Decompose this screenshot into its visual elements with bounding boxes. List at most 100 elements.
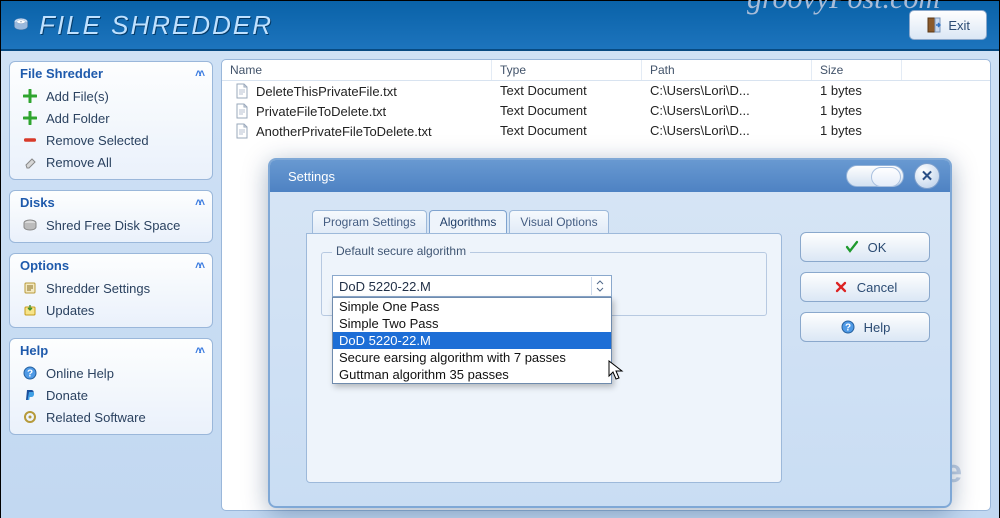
file-list-header: Name Type Path Size [222,60,990,81]
sidebar-item-label: Shred Free Disk Space [46,218,180,233]
ok-label: OK [868,240,887,255]
app-header: FILE SHREDDER Exit groovyPost.com [1,1,999,51]
sidebar-item-related-software[interactable]: Related Software [16,406,206,428]
cancel-button[interactable]: Cancel [800,272,930,302]
svg-text:?: ? [27,369,33,380]
sidebar-item-shred-free-space[interactable]: Shred Free Disk Space [16,214,206,236]
help-icon: ? [22,365,38,381]
sidebar-item-donate[interactable]: Donate [16,384,206,406]
combobox-dropdown: Simple One PassSimple Two PassDoD 5220-2… [332,297,612,384]
sidebar-item-add-files[interactable]: Add File(s) [16,85,206,107]
x-icon [833,279,849,295]
close-icon[interactable]: ✕ [914,163,940,189]
plus-icon [22,88,38,104]
settings-icon [22,280,38,296]
update-icon [22,302,38,318]
ok-button[interactable]: OK [800,232,930,262]
sidebar-item-remove-selected[interactable]: Remove Selected [16,129,206,151]
svg-text:?: ? [845,323,851,334]
tab-page-algorithms: Default secure algorithm DoD 5220-22.M S… [306,233,782,483]
sidebar-item-label: Remove All [46,155,112,170]
collapse-icon[interactable]: ˄˄ [182,345,202,357]
sidebar-item-label: Related Software [46,410,146,425]
titlebar-toggle[interactable] [846,165,904,187]
collapse-icon[interactable]: ˄˄ [182,197,202,209]
brand: FILE SHREDDER [13,10,273,41]
combobox-option[interactable]: Secure earsing algorithm with 7 passes [333,349,611,366]
combobox-option[interactable]: DoD 5220-22.M [333,332,611,349]
tab-program-settings[interactable]: Program Settings [312,210,427,233]
settings-dialog: Settings ✕ Program Settings Algorithms V… [268,158,952,508]
tab-visual-options[interactable]: Visual Options [509,210,608,233]
cell-name: AnotherPrivateFileToDelete.txt [256,124,432,139]
panel-title: Help [20,343,48,358]
cell-path: C:\Users\Lori\D... [642,82,812,100]
panel-options: Options ˄˄ Shredder Settings Updates [9,253,213,328]
col-header-size[interactable]: Size [812,60,902,80]
cell-type: Text Document [492,122,642,140]
cell-name: DeleteThisPrivateFile.txt [256,84,397,99]
panel-title: File Shredder [20,66,103,81]
document-icon [234,123,250,139]
cell-name: PrivateFileToDelete.txt [256,104,386,119]
col-header-type[interactable]: Type [492,60,642,80]
cancel-label: Cancel [857,280,897,295]
exit-button[interactable]: Exit [909,10,987,40]
sidebar-item-add-folder[interactable]: Add Folder [16,107,206,129]
sidebar-item-shredder-settings[interactable]: Shredder Settings [16,277,206,299]
table-row[interactable]: PrivateFileToDelete.txt Text DocumentC:\U… [222,101,990,121]
sidebar-item-label: Add File(s) [46,89,109,104]
hdd-icon [13,17,29,33]
collapse-icon[interactable]: ˄˄ [182,68,202,80]
related-icon [22,409,38,425]
settings-button-column: OK Cancel ? Help [800,210,930,483]
plus-icon [22,110,38,126]
combobox-option[interactable]: Guttman algorithm 35 passes [333,366,611,383]
sidebar: File Shredder ˄˄ Add File(s) Add Folder … [1,51,221,518]
combobox-selected: DoD 5220-22.M [339,279,431,294]
col-header-path[interactable]: Path [642,60,812,80]
sidebar-item-label: Add Folder [46,111,110,126]
group-default-algorithm: Default secure algorithm DoD 5220-22.M S… [321,252,767,316]
combobox-option[interactable]: Simple One Pass [333,298,611,315]
document-icon [234,83,250,99]
panel-help: Help ˄˄ ? Online Help Donate Related Sof… [9,338,213,435]
help-button[interactable]: ? Help [800,312,930,342]
settings-title: Settings [288,169,335,184]
panel-title: Options [20,258,69,273]
cell-type: Text Document [492,102,642,120]
panel-file-shredder: File Shredder ˄˄ Add File(s) Add Folder … [9,61,213,180]
table-row[interactable]: DeleteThisPrivateFile.txtText DocumentC:… [222,81,990,101]
algorithm-combobox[interactable]: DoD 5220-22.M Simple One PassSimple Two … [332,275,756,297]
combobox-option[interactable]: Simple Two Pass [333,315,611,332]
sidebar-item-updates[interactable]: Updates [16,299,206,321]
col-header-name[interactable]: Name [222,60,492,80]
app-title: FILE SHREDDER [39,10,273,41]
sidebar-item-label: Donate [46,388,88,403]
spinner-icon[interactable] [591,277,607,295]
cell-path: C:\Users\Lori\D... [642,102,812,120]
disk-icon [22,217,38,233]
help-icon: ? [840,319,856,335]
cell-size: 1 bytes [812,102,902,120]
document-icon [234,103,250,119]
check-icon [844,239,860,255]
tab-algorithms[interactable]: Algorithms [429,210,508,233]
sidebar-item-label: Shredder Settings [46,281,150,296]
exit-label: Exit [948,18,970,33]
settings-titlebar[interactable]: Settings ✕ [270,160,950,192]
eraser-icon [22,154,38,170]
cell-path: C:\Users\Lori\D... [642,122,812,140]
panel-disks: Disks ˄˄ Shred Free Disk Space [9,190,213,243]
door-exit-icon [926,17,942,33]
sidebar-item-label: Online Help [46,366,114,381]
sidebar-item-remove-all[interactable]: Remove All [16,151,206,173]
settings-tabs: Program Settings Algorithms Visual Optio… [312,210,782,233]
minus-icon [22,132,38,148]
collapse-icon[interactable]: ˄˄ [182,260,202,272]
paypal-icon [22,387,38,403]
help-label: Help [864,320,891,335]
sidebar-item-online-help[interactable]: ? Online Help [16,362,206,384]
table-row[interactable]: AnotherPrivateFileToDelete.txt Text Docum… [222,121,990,141]
group-label: Default secure algorithm [332,244,470,258]
